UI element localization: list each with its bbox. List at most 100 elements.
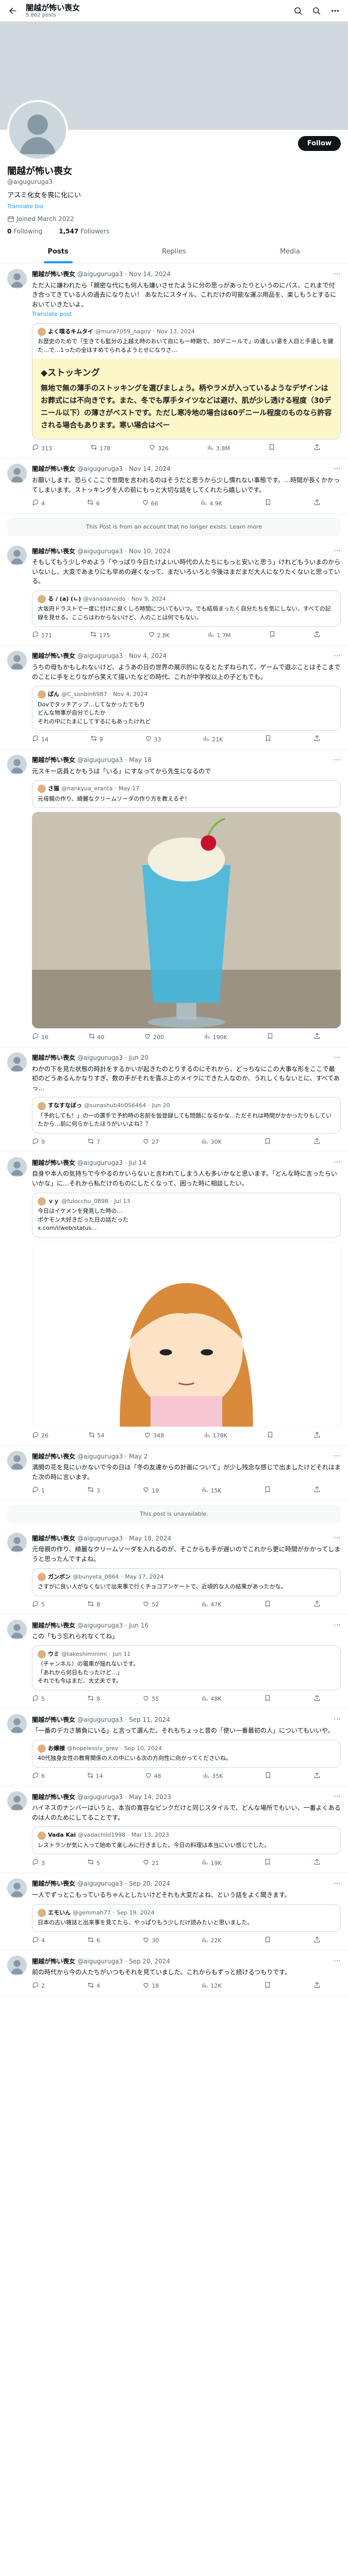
quoted-tweet[interactable]: ぱん @C_sonbin6987 · Nov 4, 2024 Dovでタッチアップ…して… [32,686,341,731]
reply-button[interactable]: 4 [32,499,45,509]
reply-button[interactable]: 2 [32,1981,45,1992]
avatar[interactable] [7,1157,27,1177]
quoted-tweet[interactable]: エモいん @gemmah77 · Sep 19, 2024 日本の古い雑誌と出来事を見て… [32,1904,341,1932]
profile-avatar[interactable] [7,100,68,161]
translate-bio-link[interactable]: Translate bio [7,202,341,211]
views-button[interactable]: 35K [203,1772,223,1782]
more-icon[interactable]: ⋯ [334,1620,341,1631]
reply-button[interactable]: 171 [32,631,52,641]
tweet[interactable]: 闇越が怖い喪女 @aiguguruga3 · Nov 10, 2024 ⋯ そもしてもう少… [0,540,348,646]
more-icon[interactable]: ⋯ [334,1451,341,1462]
more-options-icon[interactable] [329,5,341,16]
repost-button[interactable]: 40 [88,1032,105,1043]
tweet[interactable]: 闇越が怖い喪女 @aiguguruga3 · Sep 11, 2024 ⋯ 「一番のデカさ… [0,1709,348,1787]
avatar[interactable] [7,268,27,289]
reply-button[interactable]: 16 [32,1032,48,1043]
share-button[interactable] [313,1138,321,1148]
share-button[interactable] [313,735,321,745]
more-icon[interactable]: ⋯ [334,269,341,280]
share-button[interactable] [313,1981,321,1992]
tab-replies[interactable]: Replies [116,241,232,263]
post-date[interactable]: Nov 14, 2024 [129,464,171,473]
reply-button[interactable]: 1 [32,1486,45,1496]
like-button[interactable]: 30 [142,1936,159,1946]
like-button[interactable]: 52 [142,1600,159,1611]
post-date[interactable]: Jul 14 [129,1158,146,1167]
like-button[interactable]: 55 [142,1694,159,1705]
like-button[interactable]: 48 [145,1772,161,1782]
avatar[interactable] [7,1956,27,1976]
repost-button[interactable]: 8 [87,1600,100,1611]
author-name[interactable]: 闇越が怖い喪女 [32,1621,75,1630]
share-button[interactable] [313,499,321,509]
quoted-tweet[interactable]: ガンボン @bunyeta_0864 · May 17, 2024 さすがに良い人がなく… [32,1568,341,1596]
tab-posts[interactable]: Posts [0,241,116,263]
quoted-tweet[interactable]: よく喋るキムタイ @mura7059_nagoy · Nov 13, 2024 お歴史の… [32,323,341,440]
reply-button[interactable]: 4 [32,1936,45,1946]
like-button[interactable]: 19 [142,1486,159,1496]
tweet[interactable]: 闇越が怖い喪女 @aiguguruga3 · Nov 14, 2024 ⋯ ただ人に嫌われ… [0,264,348,459]
more-icon[interactable]: ⋯ [334,1878,341,1889]
views-button[interactable]: 4.9K [200,499,222,509]
repost-button[interactable]: 3 [87,1486,100,1496]
tweet[interactable]: 闇越が怖い喪女 @aiguguruga3 · Sep 20, 2024 ⋯ 一人でずっとこ… [0,1873,348,1951]
tweet[interactable]: 闇越が怖い喪女 @aiguguruga3 · Nov 4, 2024 ⋯ うちの母もかもし… [0,646,348,750]
avatar[interactable] [7,1052,27,1072]
avatar[interactable] [7,1878,27,1898]
repost-button[interactable]: 14 [87,1772,103,1782]
reply-button[interactable]: 26 [32,1431,48,1442]
like-button[interactable]: 2.8K [148,631,170,641]
author-name[interactable]: 闇越が怖い喪女 [32,464,75,473]
quoted-tweet[interactable]: ウミ @takeshiminimi · Jun 11 〈チャンネル〉の電車が揺れないです… [32,1645,341,1690]
bookmark-button[interactable] [264,1486,271,1496]
repost-button[interactable]: 5 [87,1858,100,1869]
views-button[interactable]: 12K [201,1981,222,1992]
author-name[interactable]: 闇越が怖い喪女 [32,547,75,556]
post-date[interactable]: Nov 14, 2024 [129,269,171,279]
views-button[interactable]: 22K [201,1936,222,1946]
share-button[interactable] [313,444,321,454]
share-button[interactable] [313,1600,321,1611]
more-icon[interactable]: ⋯ [334,1791,341,1802]
repost-button[interactable]: 6 [87,499,100,509]
author-name[interactable]: 闇越が怖い喪女 [32,1452,75,1461]
bookmark-button[interactable] [269,631,276,641]
post-date[interactable]: May 14, 2023 [129,1792,171,1802]
bookmark-button[interactable] [264,499,272,509]
bookmark-button[interactable] [264,1600,271,1611]
tweet[interactable]: 闇越が怖い喪女 @aiguguruga3 · Jul 14 ⋯ 自身や本人の気持ちで今やる… [0,1152,348,1446]
views-button[interactable]: 48K [201,1694,222,1705]
search-icon[interactable] [311,5,322,16]
follow-button[interactable]: Follow [297,136,341,151]
tweet[interactable]: 闇越が怖い喪女 @aiguguruga3 · Jun 16 ⋯ この「もう忘れられなくてね… [0,1615,348,1709]
more-icon[interactable]: ⋯ [334,651,341,662]
views-button[interactable]: 190K [204,1032,227,1043]
like-button[interactable]: 200 [144,1032,164,1043]
author-name[interactable]: 闇越が怖い喪女 [32,755,75,765]
more-icon[interactable]: ⋯ [334,1157,341,1168]
views-button[interactable]: 1.7M [207,631,230,641]
back-arrow-icon[interactable] [7,5,19,16]
bookmark-button[interactable] [267,1032,274,1043]
cream-soda-photo[interactable] [32,812,341,1029]
bookmark-button[interactable] [264,1858,271,1869]
author-name[interactable]: 闇越が怖い喪女 [32,1792,75,1802]
bookmark-button[interactable] [264,1772,272,1782]
post-date[interactable]: May 2 [129,1452,147,1461]
bookmark-button[interactable] [264,1694,271,1705]
views-button[interactable]: 178K [204,1431,227,1442]
author-name[interactable]: 闇越が怖い喪女 [32,651,75,660]
author-name[interactable]: 闇越が怖い喪女 [32,1534,75,1543]
repost-button[interactable]: 54 [88,1431,105,1442]
reply-button[interactable]: 14 [32,735,48,745]
more-icon[interactable]: ⋯ [334,546,341,556]
followers-stat[interactable]: 1,547 Followers [59,228,117,235]
like-button[interactable]: 348 [144,1431,164,1442]
repost-button[interactable]: 7 [87,1138,100,1148]
repost-button[interactable]: 6 [87,1936,100,1946]
more-icon[interactable]: ⋯ [334,1053,341,1063]
views-button[interactable]: 30K [201,1138,222,1148]
bookmark-button[interactable] [264,1936,271,1946]
grok-icon[interactable] [292,5,304,16]
avatar[interactable] [7,650,27,670]
